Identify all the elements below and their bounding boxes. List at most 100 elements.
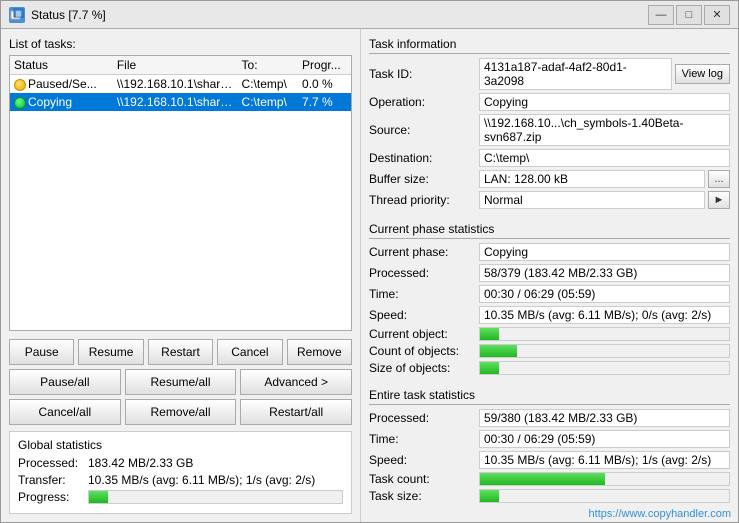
global-progress-fill: [89, 491, 108, 503]
count-objects-fill: [480, 345, 517, 357]
global-progress-label: Progress:: [18, 490, 88, 504]
task-list-box[interactable]: Status File To: Progr... Paused/Se...\\1…: [9, 55, 352, 331]
global-progress-row: Progress:: [18, 490, 343, 504]
table-row[interactable]: Paused/Se...\\192.168.10.1\share...C:\te…: [10, 75, 351, 94]
view-log-button[interactable]: View log: [675, 64, 730, 84]
remove-button[interactable]: Remove: [287, 339, 352, 365]
entire-time-value: 00:30 / 06:29 (05:59): [479, 430, 730, 448]
count-objects-label: Count of objects:: [369, 344, 479, 358]
task-to-cell: C:\temp\: [238, 93, 298, 111]
entire-time-label: Time:: [369, 432, 479, 446]
size-objects-fill: [480, 362, 499, 374]
task-id-label: Task ID:: [369, 67, 479, 81]
global-transfer-value: 10.35 MB/s (avg: 6.11 MB/s); 1/s (avg: 2…: [88, 473, 343, 487]
phase-speed-row: Speed: 10.35 MB/s (avg: 6.11 MB/s); 0/s …: [369, 306, 730, 324]
app-icon: [9, 7, 25, 23]
left-panel: List of tasks: Status File To: Progr... …: [1, 29, 361, 522]
current-phase-row: Current phase: Copying: [369, 243, 730, 261]
global-transfer-label: Transfer:: [18, 473, 88, 487]
task-status-cell: Paused/Se...: [10, 75, 113, 94]
title-bar-left: Status [7.7 %]: [9, 7, 106, 23]
phase-processed-row: Processed: 58/379 (183.42 MB/2.33 GB): [369, 264, 730, 282]
table-row[interactable]: Copying\\192.168.10.1\share...C:\temp\7.…: [10, 93, 351, 111]
buffer-size-value: LAN: 128.00 kB: [479, 170, 705, 188]
thread-priority-value: Normal: [479, 191, 705, 209]
entire-speed-value: 10.35 MB/s (avg: 6.11 MB/s); 1/s (avg: 2…: [479, 451, 730, 469]
entire-speed-label: Speed:: [369, 453, 479, 467]
phase-processed-label: Processed:: [369, 266, 479, 280]
close-button[interactable]: ✕: [704, 5, 730, 25]
operation-value: Copying: [479, 93, 730, 111]
entire-task-section: Entire task statistics Processed: 59/380…: [369, 388, 730, 506]
minimize-button[interactable]: —: [648, 5, 674, 25]
thread-priority-row: Thread priority: Normal ►: [369, 191, 730, 209]
button-row-1: Pause Resume Restart Cancel Remove: [9, 339, 352, 365]
phase-time-label: Time:: [369, 287, 479, 301]
col-to: To:: [238, 56, 298, 75]
global-stats: Global statistics Processed: 183.42 MB/2…: [9, 431, 352, 514]
source-row: Source: \\192.168.10...\ch_symbols-1.40B…: [369, 114, 730, 146]
operation-label: Operation:: [369, 95, 479, 109]
current-phase-section: Current phase statistics Current phase: …: [369, 222, 730, 378]
task-table: Status File To: Progr... Paused/Se...\\1…: [10, 56, 351, 111]
restart-all-button[interactable]: Restart/all: [240, 399, 352, 425]
size-objects-label: Size of objects:: [369, 361, 479, 375]
phase-speed-label: Speed:: [369, 308, 479, 322]
entire-speed-row: Speed: 10.35 MB/s (avg: 6.11 MB/s); 1/s …: [369, 451, 730, 469]
current-object-label: Current object:: [369, 327, 479, 341]
buffer-size-row: Buffer size: LAN: 128.00 kB ...: [369, 170, 730, 188]
task-size-fill: [480, 490, 499, 502]
task-size-bar: [479, 489, 730, 503]
window-title: Status [7.7 %]: [31, 8, 106, 22]
task-status-cell: Copying: [10, 93, 113, 111]
thread-priority-label: Thread priority:: [369, 193, 479, 207]
global-progress-bar: [88, 490, 343, 504]
global-stats-title: Global statistics: [18, 438, 343, 452]
main-content: List of tasks: Status File To: Progr... …: [1, 29, 738, 522]
entire-processed-label: Processed:: [369, 411, 479, 425]
pause-button[interactable]: Pause: [9, 339, 74, 365]
right-panel: Task information Task ID: 4131a187-adaf-…: [361, 29, 738, 522]
thread-priority-arrow-button[interactable]: ►: [708, 191, 730, 209]
pause-all-button[interactable]: Pause/all: [9, 369, 121, 395]
operation-row: Operation: Copying: [369, 93, 730, 111]
entire-processed-value: 59/380 (183.42 MB/2.33 GB): [479, 409, 730, 427]
cancel-button[interactable]: Cancel: [217, 339, 282, 365]
task-size-row: Task size:: [369, 489, 730, 503]
task-count-fill: [480, 473, 605, 485]
task-file-cell: \\192.168.10.1\share...: [113, 93, 238, 111]
thread-priority-group: Normal ►: [479, 191, 730, 209]
resume-button[interactable]: Resume: [78, 339, 143, 365]
title-buttons: — □ ✕: [648, 5, 730, 25]
table-header-row: Status File To: Progr...: [10, 56, 351, 75]
source-label: Source:: [369, 123, 479, 137]
current-object-row: Current object:: [369, 327, 730, 341]
global-processed-label: Processed:: [18, 456, 88, 470]
current-phase-label: Current phase:: [369, 245, 479, 259]
cancel-all-button[interactable]: Cancel/all: [9, 399, 121, 425]
current-object-bar: [479, 327, 730, 341]
tasks-label: List of tasks:: [9, 37, 352, 51]
task-progress-cell: 0.0 %: [298, 75, 351, 94]
phase-time-row: Time: 00:30 / 06:29 (05:59): [369, 285, 730, 303]
resume-all-button[interactable]: Resume/all: [125, 369, 237, 395]
global-processed-row: Processed: 183.42 MB/2.33 GB: [18, 456, 343, 470]
global-processed-value: 183.42 MB/2.33 GB: [88, 456, 343, 470]
destination-label: Destination:: [369, 151, 479, 165]
button-row-3: Cancel/all Remove/all Restart/all: [9, 399, 352, 425]
size-objects-row: Size of objects:: [369, 361, 730, 375]
restart-button[interactable]: Restart: [148, 339, 213, 365]
phase-time-value: 00:30 / 06:29 (05:59): [479, 285, 730, 303]
count-objects-bar: [479, 344, 730, 358]
entire-time-row: Time: 00:30 / 06:29 (05:59): [369, 430, 730, 448]
task-to-cell: C:\temp\: [238, 75, 298, 94]
advanced-button[interactable]: Advanced >: [240, 369, 352, 395]
maximize-button[interactable]: □: [676, 5, 702, 25]
buffer-size-label: Buffer size:: [369, 172, 479, 186]
task-count-row: Task count:: [369, 472, 730, 486]
task-id-value-group: 4131a187-adaf-4af2-80d1-3a2098 View log: [479, 58, 730, 90]
buffer-dots-button[interactable]: ...: [708, 170, 730, 188]
status-indicator: [14, 97, 26, 109]
remove-all-button[interactable]: Remove/all: [125, 399, 237, 425]
buffer-size-group: LAN: 128.00 kB ...: [479, 170, 730, 188]
